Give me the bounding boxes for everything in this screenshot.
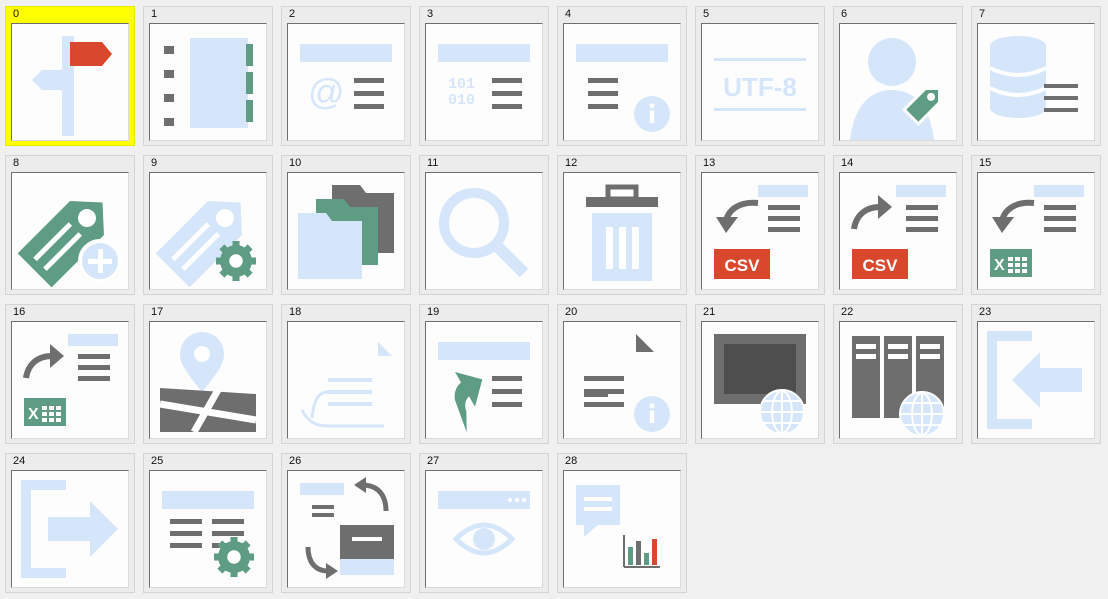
add-tag-icon	[11, 172, 129, 290]
icon-index-label: 6	[841, 8, 848, 20]
icon-cell[interactable]: 19	[419, 304, 549, 444]
report-chart-icon	[563, 470, 681, 588]
icon-index-label: 1	[151, 8, 158, 20]
upload-list-icon	[425, 321, 543, 439]
icon-index-label: 12	[565, 157, 578, 169]
icon-index-label: 28	[565, 455, 578, 467]
binary-list-icon: 101 010	[425, 23, 543, 141]
icon-index-label: 11	[427, 157, 439, 169]
icon-cell[interactable]: 1	[143, 6, 273, 146]
icon-index-label: 25	[151, 455, 164, 467]
icon-cell[interactable]: 22	[833, 304, 963, 444]
svg-text:@: @	[308, 71, 345, 112]
icon-cell[interactable]: 25	[143, 453, 273, 593]
encoding-icon: UTF-8	[701, 23, 819, 141]
list-settings-icon	[149, 470, 267, 588]
icon-index-label: 7	[979, 8, 986, 20]
icon-cell[interactable]: 13 CSV	[695, 155, 825, 295]
address-book-icon	[149, 23, 267, 141]
email-list-icon: @	[287, 23, 405, 141]
icon-index-label: 14	[841, 157, 854, 169]
icon-index-label: 20	[565, 306, 578, 318]
signpost-icon	[11, 23, 129, 141]
icon-cell[interactable]: 20	[557, 304, 687, 444]
icon-index-label: 23	[979, 306, 992, 318]
import-csv-icon: CSV	[701, 172, 819, 290]
folders-icon	[287, 172, 405, 290]
icon-cell[interactable]: 16 X	[5, 304, 135, 444]
icon-cell[interactable]: 9	[143, 155, 273, 295]
icon-index-label: 16	[13, 306, 26, 318]
icon-cell[interactable]: 28	[557, 453, 687, 593]
icon-cell[interactable]: 21	[695, 304, 825, 444]
icon-cell[interactable]: 8	[5, 155, 135, 295]
icon-index-label: 19	[427, 306, 440, 318]
icon-index-label: 22	[841, 306, 854, 318]
icon-index-label: 27	[427, 455, 440, 467]
icon-cell[interactable]: 12	[557, 155, 687, 295]
icon-index-label: 15	[979, 157, 992, 169]
icon-cell[interactable]: 2 @	[281, 6, 411, 146]
web-screen-icon	[701, 321, 819, 439]
icon-grid: 0 1 2 @3 101 010 4 5 UTF-8 6 7 8 9 10 11 12 13 CSV 14 CSV 15…	[0, 0, 1108, 599]
icon-cell[interactable]: 24	[5, 453, 135, 593]
icon-index-label: 0	[13, 8, 20, 20]
svg-text:UTF-8: UTF-8	[723, 72, 797, 102]
icon-cell[interactable]: 5 UTF-8	[695, 6, 825, 146]
icon-index-label: 5	[703, 8, 710, 20]
icon-cell[interactable]: 4	[557, 6, 687, 146]
icon-index-label: 13	[703, 157, 716, 169]
icon-index-label: 3	[427, 8, 434, 20]
icon-cell[interactable]: 10	[281, 155, 411, 295]
svg-text:X: X	[28, 406, 39, 423]
icon-cell[interactable]: 6	[833, 6, 963, 146]
svg-text:X: X	[994, 257, 1005, 274]
icon-index-label: 18	[289, 306, 302, 318]
sync-inbox-icon	[287, 470, 405, 588]
icon-cell[interactable]: 14 CSV	[833, 155, 963, 295]
icon-index-label: 9	[151, 157, 158, 169]
trash-icon	[563, 172, 681, 290]
icon-cell[interactable]: 23	[971, 304, 1101, 444]
icon-index-label: 21	[703, 306, 716, 318]
document-info-icon	[563, 321, 681, 439]
icon-cell[interactable]: 0	[5, 6, 135, 146]
login-icon	[977, 321, 1095, 439]
svg-text:010: 010	[448, 92, 475, 109]
icon-index-label: 2	[289, 8, 296, 20]
import-excel-icon: X	[977, 172, 1095, 290]
browser-preview-icon	[425, 470, 543, 588]
icon-index-label: 10	[289, 157, 302, 169]
icon-cell[interactable]: 7	[971, 6, 1101, 146]
svg-text:CSV: CSV	[863, 256, 899, 275]
svg-text:CSV: CSV	[725, 256, 761, 275]
icon-index-label: 26	[289, 455, 302, 467]
icon-cell[interactable]: 15 X	[971, 155, 1101, 295]
icon-cell[interactable]: 11	[419, 155, 549, 295]
document-scroll-icon	[287, 321, 405, 439]
icon-cell[interactable]: 3 101 010	[419, 6, 549, 146]
logout-icon	[11, 470, 129, 588]
icon-cell[interactable]: 27	[419, 453, 549, 593]
icon-index-label: 8	[13, 157, 20, 169]
icon-cell[interactable]: 17	[143, 304, 273, 444]
export-csv-icon: CSV	[839, 172, 957, 290]
tag-settings-icon	[149, 172, 267, 290]
web-servers-icon	[839, 321, 957, 439]
icon-index-label: 4	[565, 8, 572, 20]
icon-cell[interactable]: 18	[281, 304, 411, 444]
map-pin-icon	[149, 321, 267, 439]
icon-cell[interactable]: 26	[281, 453, 411, 593]
user-tag-icon	[839, 23, 957, 141]
database-list-icon	[977, 23, 1095, 141]
list-info-icon	[563, 23, 681, 141]
icon-index-label: 24	[13, 455, 26, 467]
icon-index-label: 17	[151, 306, 164, 318]
search-icon	[425, 172, 543, 290]
svg-text:101: 101	[448, 76, 475, 93]
export-excel-icon: X	[11, 321, 129, 439]
